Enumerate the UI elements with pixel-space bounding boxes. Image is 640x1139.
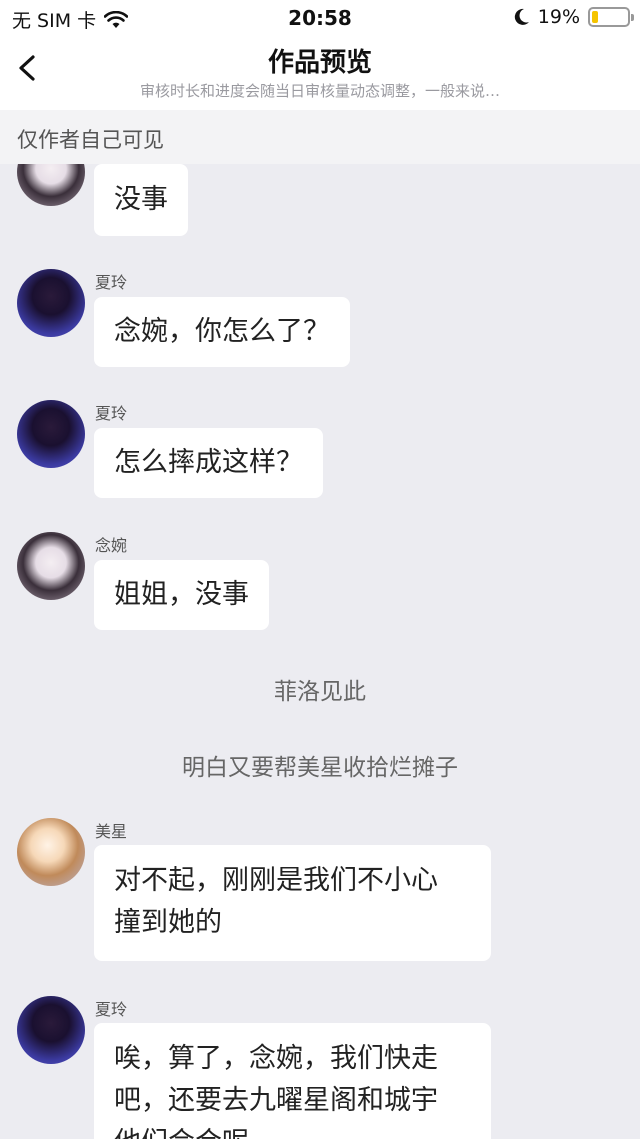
nav-bar: 作品预览 审核时长和进度会随当日审核量动态调整，一般来说…	[0, 36, 640, 110]
avatar-dark[interactable]	[17, 269, 85, 337]
chat-list[interactable]: 没事 夏玲 念婉，你怎么了？ 夏玲 怎么摔成这样？ 念婉 姐姐，没事 菲洛见此 …	[0, 164, 640, 1139]
bubble-line: 撞到她的	[114, 907, 222, 938]
visibility-notice-text: 仅作者自己可见	[17, 128, 164, 152]
avatar-dark[interactable]	[17, 996, 85, 1064]
bubble-line: 他们会合呢	[114, 1122, 471, 1139]
visibility-notice: 仅作者自己可见	[0, 110, 640, 164]
narration-text: 明白又要帮美星收拾烂摊子	[182, 755, 458, 781]
bubble-line: 对不起，刚刚是我们不小心	[114, 865, 438, 896]
avatar-dark[interactable]	[17, 400, 85, 468]
chat-bubble[interactable]: 唉，算了，念婉，我们快走 吧，还要去九曜星阁和城宇 他们会合呢	[94, 1023, 491, 1139]
speaker-name: 夏玲	[95, 273, 128, 292]
chat-bubble[interactable]: 对不起，刚刚是我们不小心 撞到她的	[94, 845, 491, 961]
speaker-name: 念婉	[95, 536, 128, 555]
page-subtitle[interactable]: 审核时长和进度会随当日审核量动态调整，一般来说…	[0, 80, 640, 101]
chat-bubble[interactable]: 没事	[94, 164, 188, 236]
battery-fill	[592, 11, 598, 23]
speaker-name: 夏玲	[95, 1000, 128, 1019]
page-title: 作品预览	[267, 48, 372, 78]
status-bar: 无 SIM 卡 20:58 19%	[0, 0, 640, 36]
speaker-name: 夏玲	[95, 404, 128, 423]
battery-percent: 19%	[537, 6, 580, 28]
chat-bubble[interactable]: 念婉，你怎么了？	[94, 297, 350, 367]
avatar-girl[interactable]	[17, 164, 85, 206]
chat-bubble[interactable]: 怎么摔成这样？	[94, 428, 323, 498]
avatar-girl[interactable]	[17, 532, 85, 600]
narration-text: 菲洛见此	[274, 679, 366, 705]
moon-icon	[514, 8, 529, 25]
bubble-line: 唉，算了，念婉，我们快走	[114, 1043, 438, 1074]
bubble-line: 吧，还要去九曜星阁和城宇	[114, 1085, 438, 1116]
chat-bubble[interactable]: 姐姐，没事	[94, 560, 269, 630]
speaker-name: 美星	[95, 822, 128, 841]
status-right: 19%	[514, 6, 634, 28]
avatar-angel[interactable]	[17, 818, 85, 886]
battery-icon	[588, 7, 634, 27]
